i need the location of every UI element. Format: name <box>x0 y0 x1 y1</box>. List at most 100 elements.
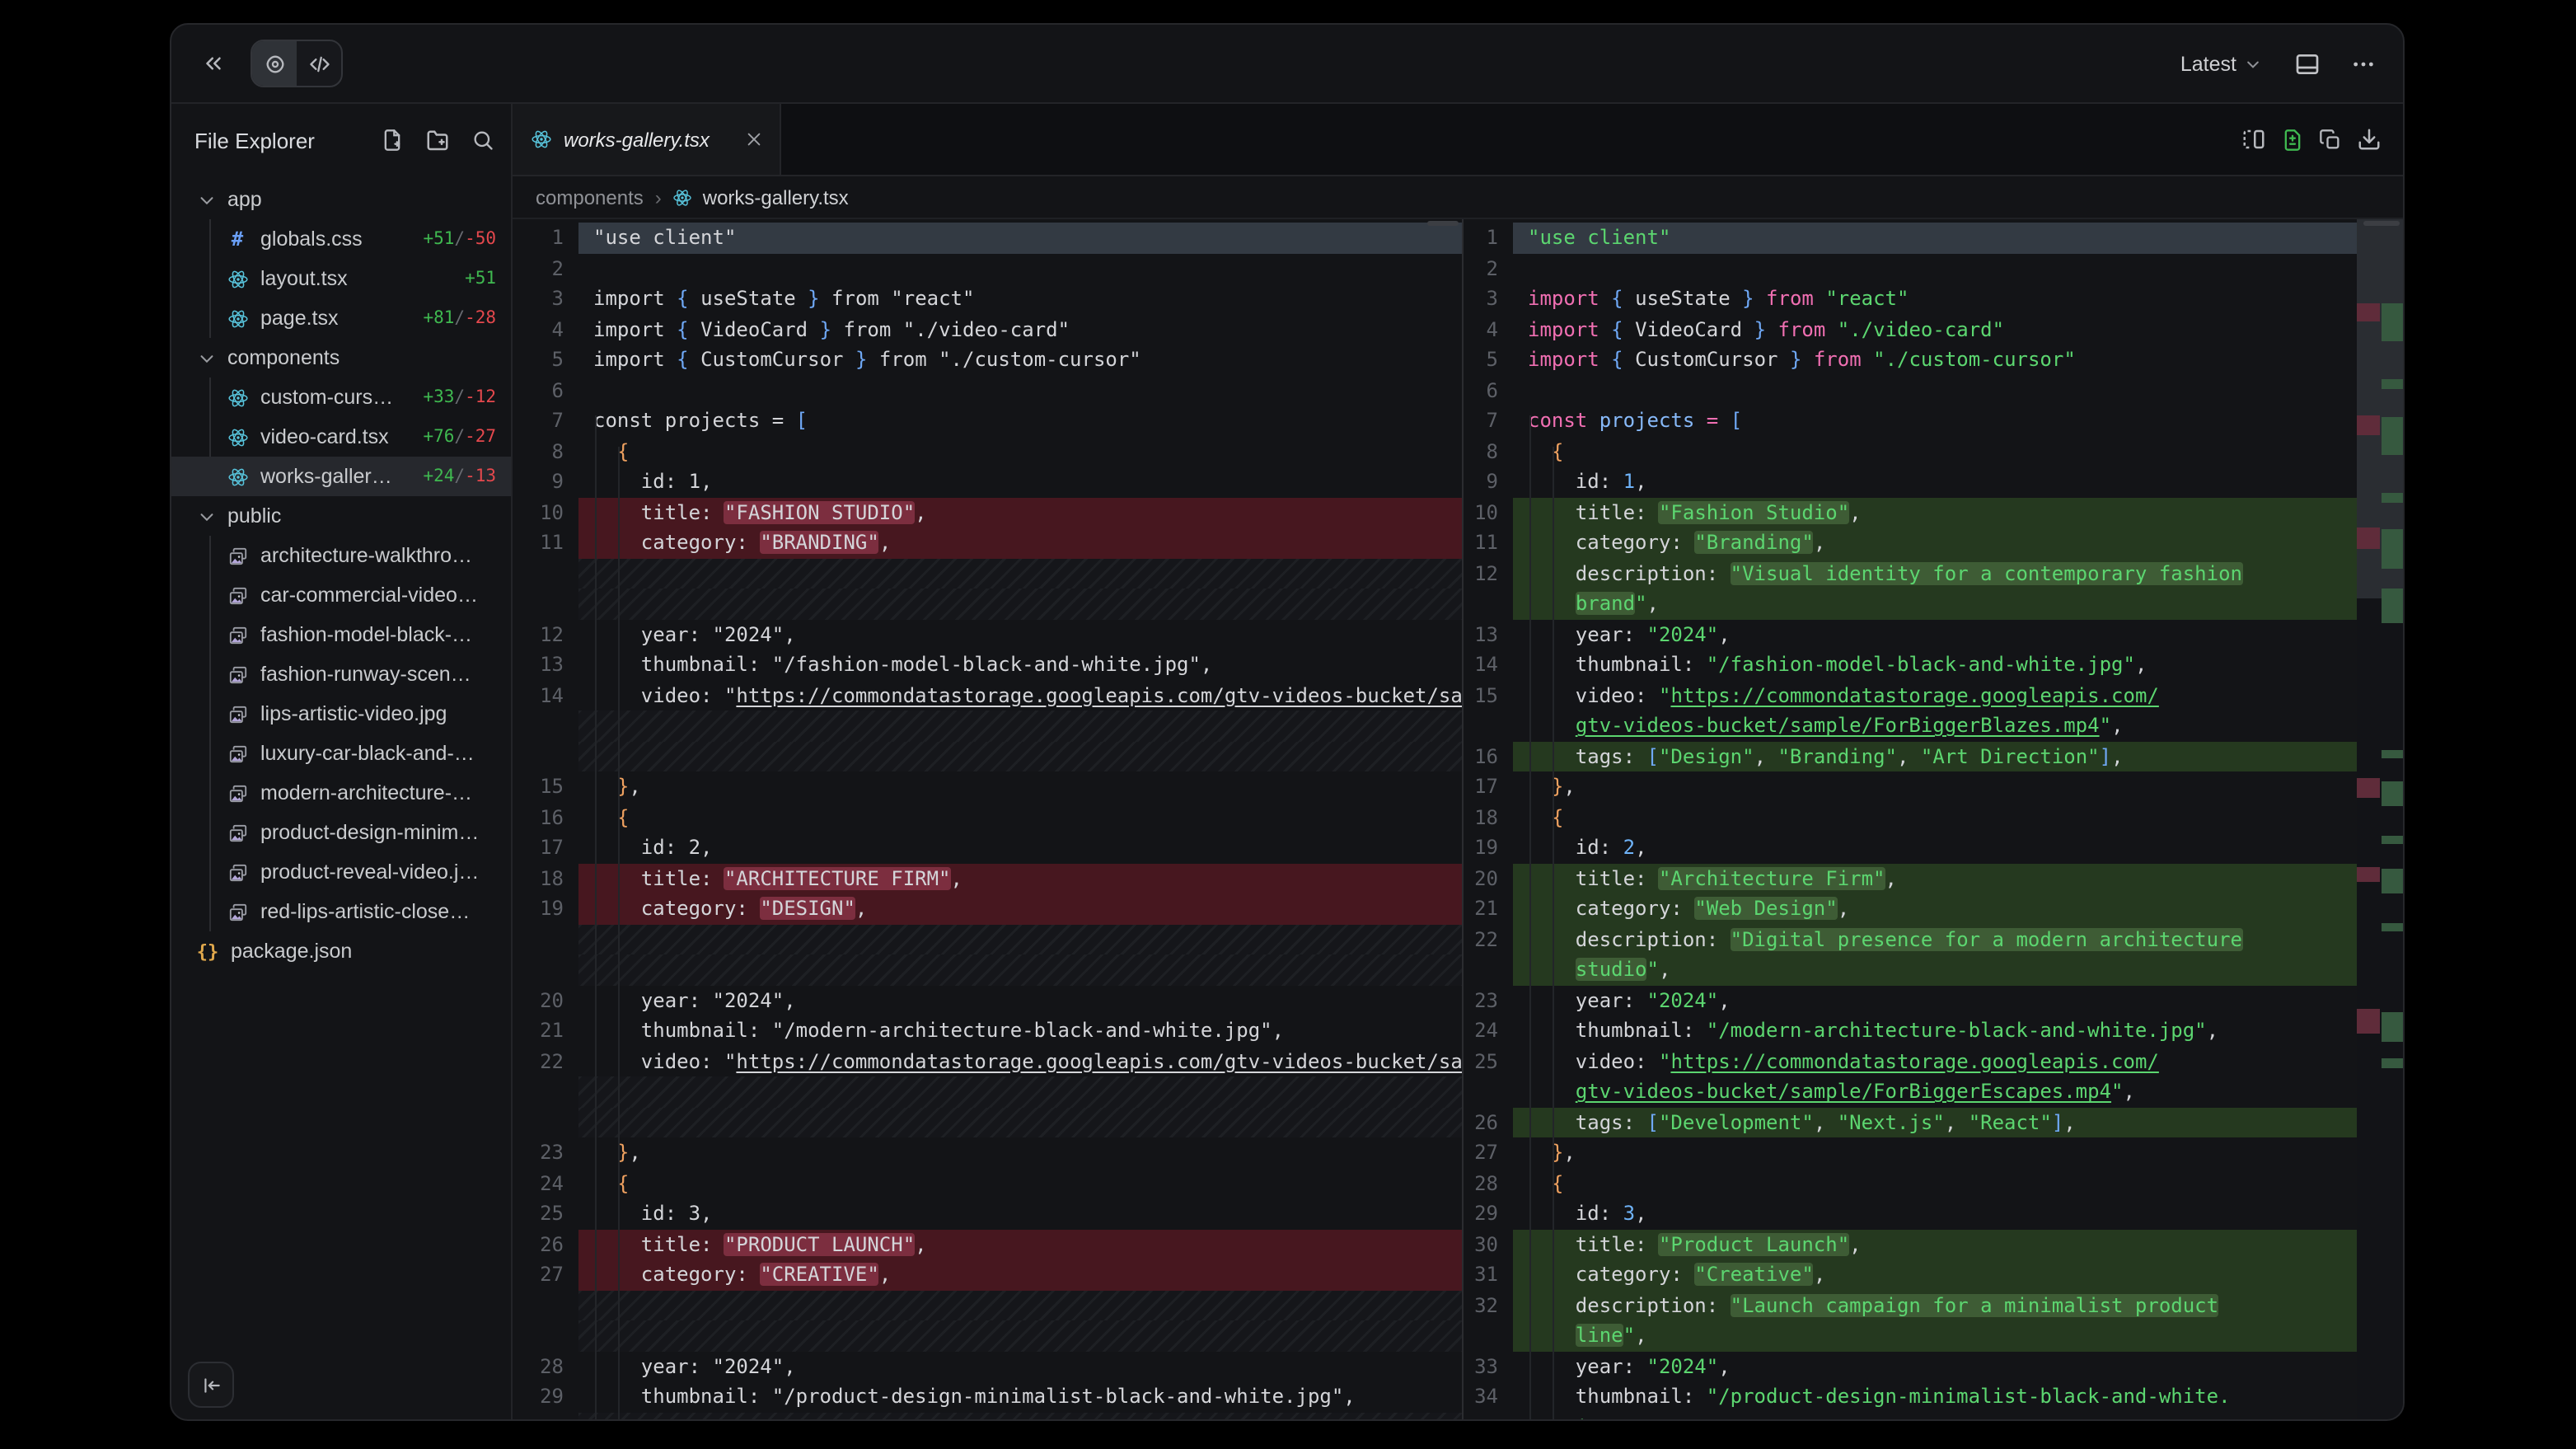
tree-file-lips-artistic-video.jpg[interactable]: lips-artistic-video.jpg <box>171 694 511 734</box>
close-icon[interactable] <box>745 130 763 148</box>
line-number: 20 <box>513 985 578 1015</box>
tree-file-custom-curs-[interactable]: custom-curs…+33/-12 <box>171 377 511 417</box>
tree-file-fashion-model-black-[interactable]: fashion-model-black-… <box>171 615 511 654</box>
line-number <box>513 741 578 771</box>
breadcrumb-folder[interactable]: components <box>536 185 644 209</box>
img-file-icon <box>226 743 249 764</box>
line-number <box>513 589 578 619</box>
line-number: 9 <box>513 467 578 497</box>
tree-file-video-card.tsx[interactable]: video-card.tsx+76/-27 <box>171 417 511 457</box>
file-label: globals.css <box>260 227 413 251</box>
line-number: 12 <box>1464 558 1513 589</box>
tree-folder-public[interactable]: public <box>171 496 511 536</box>
tree-file-layout.tsx[interactable]: layout.tsx+51 <box>171 259 511 298</box>
line-number: 26 <box>513 1229 578 1259</box>
line-number: 2 <box>1464 253 1513 284</box>
horizontal-scrollbar[interactable] <box>1427 221 1459 226</box>
code-line: 22 description: "Digital presence for a … <box>1464 924 2357 954</box>
line-number: 6 <box>1464 375 1513 406</box>
tree-file-page.tsx[interactable]: page.tsx+81/-28 <box>171 298 511 338</box>
line-number: 29 <box>513 1381 578 1412</box>
line-number: 21 <box>513 1015 578 1046</box>
code-line: 28 year: "2024", <box>513 1351 1462 1381</box>
tree-file-modern-architecture-[interactable]: modern-architecture-… <box>171 773 511 813</box>
collapse-left-icon <box>200 1374 222 1395</box>
download-icon[interactable] <box>2357 127 2382 152</box>
search-icon[interactable] <box>471 129 494 152</box>
tree-file-architecture-walkthro-[interactable]: architecture-walkthro… <box>171 536 511 575</box>
line-number: 31 <box>1464 1259 1513 1290</box>
img-file-icon <box>226 901 249 922</box>
line-number: 32 <box>1464 1290 1513 1320</box>
tree-file-globals.css[interactable]: #globals.css+51/-50 <box>171 219 511 259</box>
code-line: 7const projects = [ <box>513 406 1462 436</box>
img-file-icon <box>226 545 249 566</box>
diff-stats-badge: +51 <box>465 269 511 288</box>
code-toggle-button[interactable] <box>297 41 341 86</box>
deletion-marker <box>2357 1009 2380 1034</box>
code-line: 27 category: "CREATIVE", <box>513 1259 1462 1290</box>
code-line: 13 thumbnail: "/fashion-model-black-and-… <box>513 649 1462 680</box>
addition-marker <box>2381 529 2405 569</box>
line-number: 28 <box>1464 1168 1513 1198</box>
code-line: 34 thumbnail: "/product-design-minimalis… <box>1464 1381 2357 1412</box>
tree-folder-app[interactable]: app <box>171 180 511 219</box>
react-file-icon <box>226 466 249 487</box>
diff-pane-new[interactable]: 1"use client"23import { useState } from … <box>1464 219 2357 1419</box>
split-view-icon[interactable] <box>2241 127 2266 152</box>
file-label: works-galler… <box>260 465 413 488</box>
file-diff-icon[interactable] <box>2281 128 2304 151</box>
version-dropdown[interactable]: Latest <box>2180 52 2236 75</box>
new-file-icon[interactable] <box>381 129 404 152</box>
line-number: 10 <box>1464 497 1513 528</box>
line-number: 15 <box>513 771 578 802</box>
addition-marker <box>2381 869 2405 893</box>
line-number: 7 <box>1464 406 1513 436</box>
code-line: 9 id: 1, <box>1464 467 2357 497</box>
panel-bottom-icon[interactable] <box>2294 50 2321 77</box>
code-line: 25 id: 3, <box>513 1198 1462 1229</box>
line-number: 16 <box>1464 741 1513 771</box>
line-number <box>513 1076 578 1107</box>
tab-works-gallery[interactable]: works-gallery.tsx <box>513 104 781 175</box>
diff-pane-old[interactable]: 1"use client"23import { useState } from … <box>513 219 1462 1419</box>
line-number <box>513 1290 578 1320</box>
tree-file-package.json[interactable]: {}package.json <box>171 931 511 971</box>
code-line: 26 title: "PRODUCT LAUNCH", <box>513 1229 1462 1259</box>
code-line: 5import { CustomCursor } from "./custom-… <box>1464 345 2357 375</box>
code-line: 15 }, <box>513 771 1462 802</box>
collapsed-region <box>513 1290 1462 1320</box>
tree-file-car-commercial-video-[interactable]: car-commercial-video… <box>171 575 511 615</box>
preview-toggle-button[interactable] <box>252 41 297 86</box>
tree-folder-components[interactable]: components <box>171 338 511 377</box>
eye-icon <box>263 52 286 75</box>
collapse-sidebar-button[interactable] <box>188 1362 234 1408</box>
chevron-down-icon <box>198 190 216 209</box>
tree-file-works-galler-[interactable]: works-galler…+24/-13 <box>171 457 511 496</box>
addition-marker <box>2381 589 2405 623</box>
line-number: 17 <box>1464 771 1513 802</box>
addition-marker <box>2381 750 2405 758</box>
new-folder-icon[interactable] <box>425 128 450 152</box>
file-explorer-header: File Explorer <box>171 104 511 176</box>
line-number: 18 <box>1464 802 1513 832</box>
code-line: 25 video: "https://commondatastorage.goo… <box>1464 1046 2357 1076</box>
chevron-down-icon <box>198 349 216 367</box>
file-label: video-card.tsx <box>260 425 413 448</box>
tree-file-red-lips-artistic-close-[interactable]: red-lips-artistic-close… <box>171 892 511 931</box>
tree-file-fashion-runway-scen-[interactable]: fashion-runway-scen… <box>171 654 511 694</box>
line-number: 4 <box>1464 314 1513 345</box>
ellipsis-icon[interactable] <box>2350 50 2377 77</box>
tree-file-product-reveal-video.j-[interactable]: product-reveal-video.j… <box>171 852 511 892</box>
deletion-marker <box>2357 778 2380 798</box>
chevrons-left-icon[interactable] <box>194 45 231 82</box>
code-line: 4import { VideoCard } from "./video-card… <box>513 314 1462 345</box>
tree-file-luxury-car-black-and-[interactable]: luxury-car-black-and-… <box>171 734 511 773</box>
react-icon <box>673 187 693 207</box>
diff-minimap[interactable] <box>2357 219 2405 1419</box>
deletion-marker <box>2357 528 2380 549</box>
horizontal-scrollbar[interactable] <box>2363 221 2400 226</box>
copy-icon[interactable] <box>2319 128 2342 151</box>
tree-file-product-design-minim-[interactable]: product-design-minim… <box>171 813 511 852</box>
line-number <box>1464 1076 1513 1107</box>
